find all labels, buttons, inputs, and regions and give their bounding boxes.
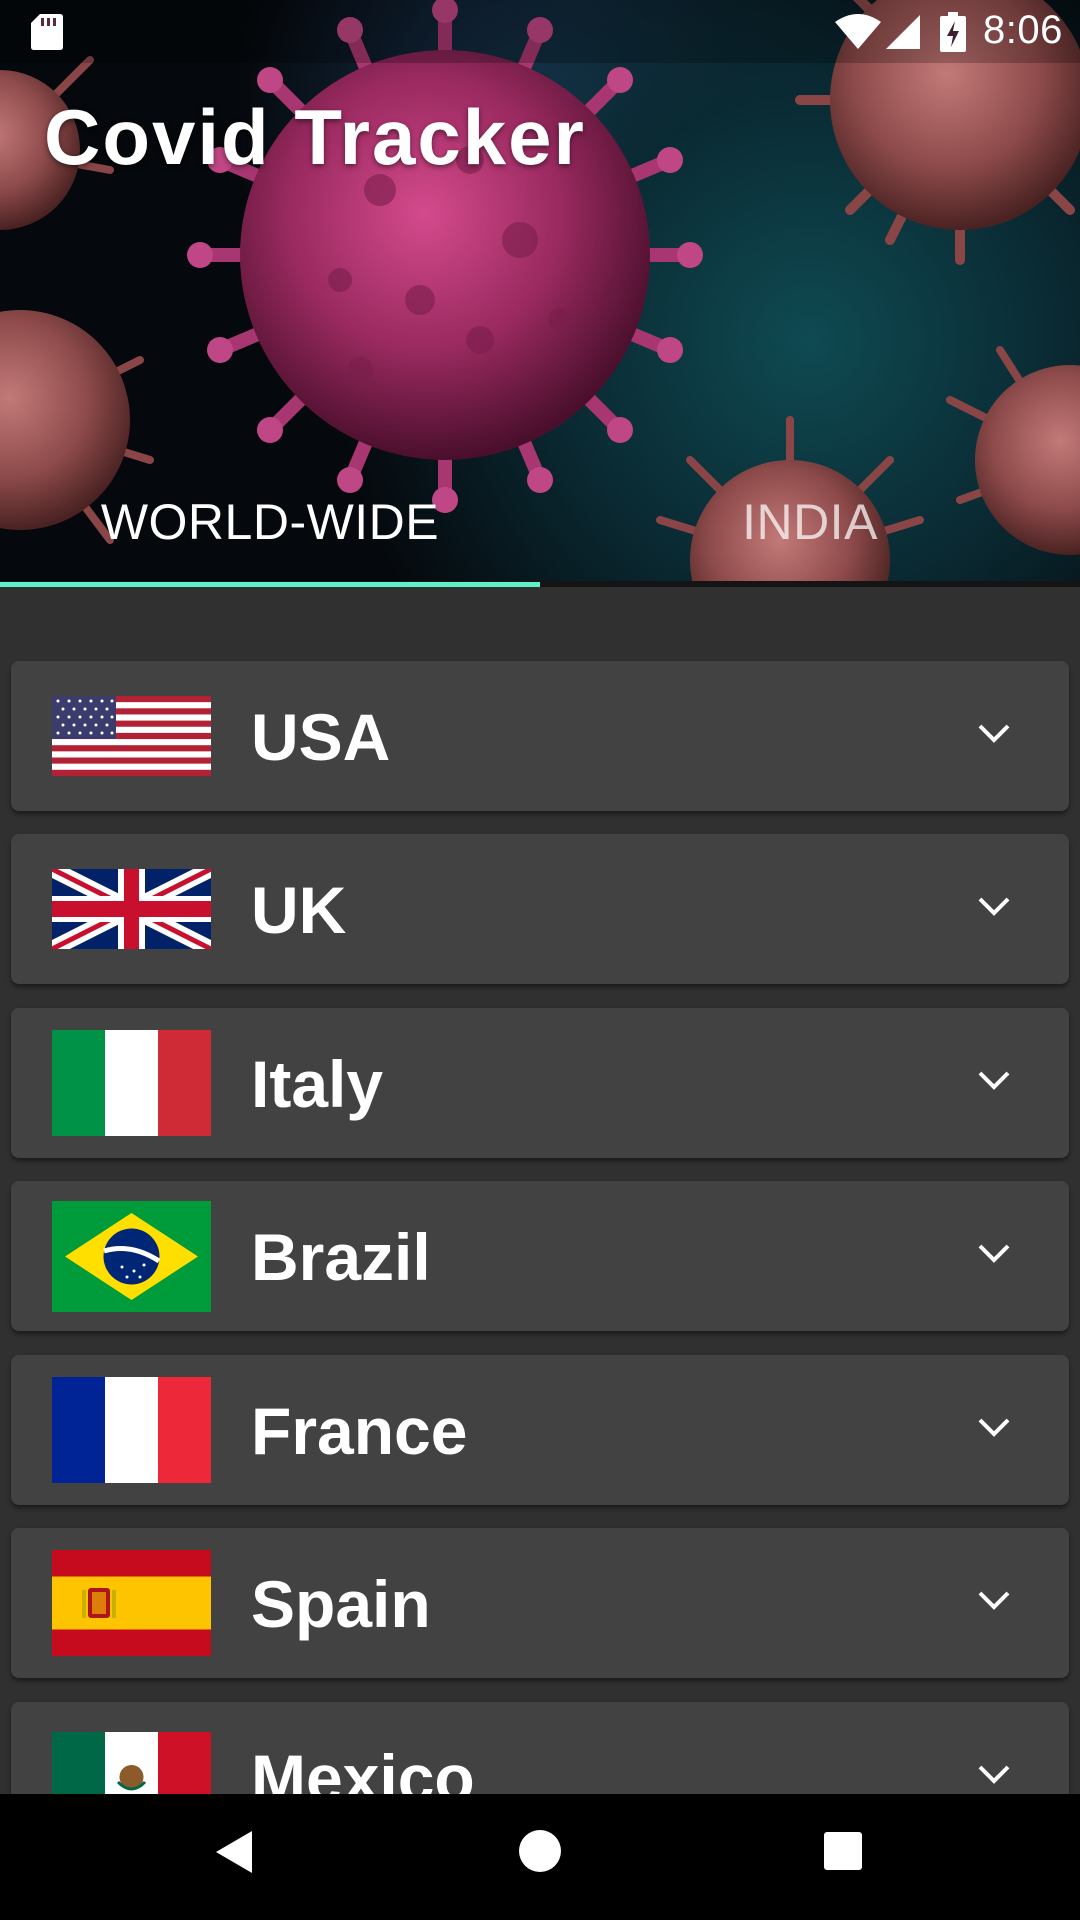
sd-card-icon [31,14,63,50]
country-list[interactable]: USA UK Italy Brazil France Spain Mexico [0,587,1080,1794]
cell-signal-icon [886,15,920,49]
app-title: Covid Tracker [44,93,586,181]
chevron-down-icon[interactable] [977,1590,1011,1612]
country-name: Mexico [251,1741,475,1794]
system-navigation-bar [0,1794,1080,1920]
chevron-down-icon[interactable] [977,1764,1011,1786]
chevron-down-icon[interactable] [977,896,1011,918]
country-card-mexico[interactable]: Mexico [11,1702,1069,1794]
country-card-italy[interactable]: Italy [11,1008,1069,1158]
country-card-spain[interactable]: Spain [11,1528,1069,1678]
spain-flag-icon [52,1550,211,1656]
chevron-down-icon[interactable] [977,1070,1011,1092]
country-card-usa[interactable]: USA [11,661,1069,811]
country-name: Brazil [251,1220,431,1294]
country-name: USA [251,700,391,774]
brazil-flag-icon [52,1201,211,1312]
tab-india[interactable]: INDIA [540,493,1080,553]
country-name: Spain [251,1567,431,1641]
france-flag-icon [52,1377,211,1483]
status-time: 8:06 [983,8,1063,52]
country-card-uk[interactable]: UK [11,834,1069,984]
tab-world-wide[interactable]: WORLD-WIDE [0,493,540,553]
country-name: France [251,1394,468,1468]
recents-icon[interactable] [823,1831,863,1871]
app-header: 8:06 Covid Tracker WORLD-WIDE INDIA [0,0,1080,587]
country-card-france[interactable]: France [11,1355,1069,1505]
country-name: Italy [251,1047,384,1121]
mexico-flag-icon [52,1732,211,1794]
country-card-brazil[interactable]: Brazil [11,1181,1069,1331]
back-icon[interactable] [214,1829,254,1875]
chevron-down-icon[interactable] [977,1417,1011,1439]
italy-flag-icon [52,1030,211,1136]
chevron-down-icon[interactable] [977,1243,1011,1265]
status-bar: 8:06 [0,0,1080,63]
wifi-icon [835,14,881,49]
home-icon[interactable] [518,1829,562,1873]
chevron-down-icon[interactable] [977,723,1011,745]
usa-flag-icon [52,696,211,776]
uk-flag-icon [52,869,211,949]
country-name: UK [251,873,347,947]
battery-charging-icon [940,12,966,52]
